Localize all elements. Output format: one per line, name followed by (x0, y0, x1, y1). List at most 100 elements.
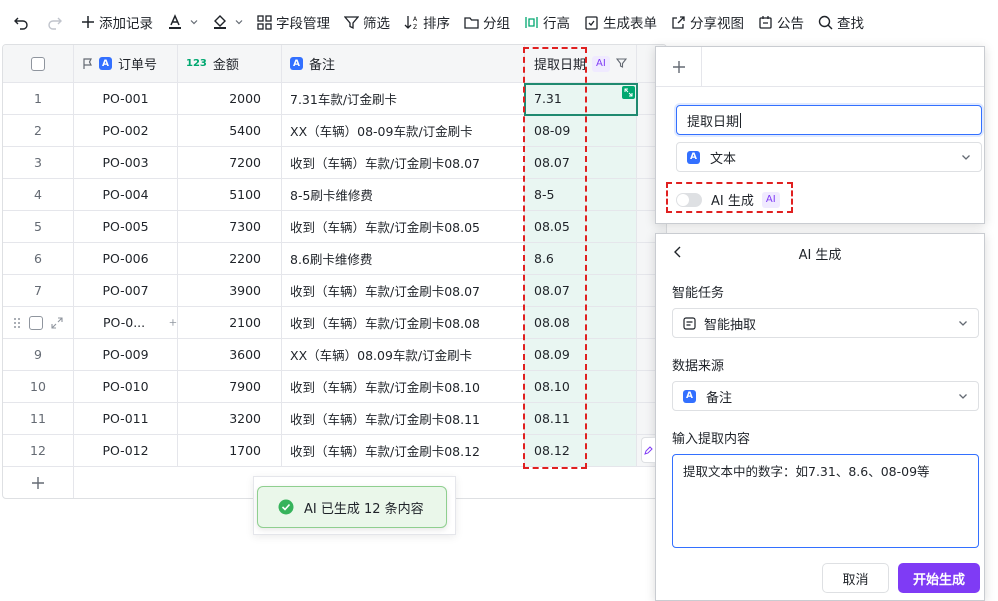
drag-handle-icon[interactable] (13, 317, 21, 329)
header-amount[interactable]: 123 金额 (178, 45, 282, 82)
table-row[interactable]: 6 PO-006 2200 8.6刷卡维修费 8.6 (3, 243, 666, 275)
table-row[interactable]: 5 PO-005 7300 收到（车辆）车款/订金刷卡08.05 08.05 (3, 211, 666, 243)
cancel-button[interactable]: 取消 (822, 563, 889, 593)
field-type-select[interactable]: A 文本 (676, 142, 982, 172)
announcement-button[interactable]: 公告 (753, 8, 809, 36)
order-cell[interactable]: PO-009 (74, 339, 178, 370)
extract-date-value: 08.09 (534, 347, 570, 362)
note-cell[interactable]: 8.6刷卡维修费 (282, 243, 525, 274)
amount-cell[interactable]: 7300 (178, 211, 282, 242)
amount-cell[interactable]: 3600 (178, 339, 282, 370)
amount-cell[interactable]: 2000 (178, 83, 282, 114)
filter-icon[interactable] (615, 58, 627, 69)
amount-cell[interactable]: 7200 (178, 147, 282, 178)
order-cell[interactable]: PO-005 (74, 211, 178, 242)
undo-button[interactable] (8, 8, 38, 36)
amount-cell[interactable]: 2100 (178, 307, 282, 338)
add-record-button[interactable]: 添加记录 (76, 8, 158, 36)
table-row[interactable]: 7 PO-007 3900 收到（车辆）车款/订金刷卡08.07 08.07 (3, 275, 666, 307)
note-cell[interactable]: 收到（车辆）车款/订金刷卡08.05 (282, 211, 525, 242)
order-cell[interactable]: PO-003 (74, 147, 178, 178)
order-cell[interactable]: PO-0... (74, 307, 178, 338)
table-row[interactable]: 9 PO-009 3600 XX（车辆）08.09车款/订金刷卡 08.09 (3, 339, 666, 371)
filter-button[interactable]: 筛选 (339, 8, 395, 36)
extract-date-cell[interactable]: 08-09 (525, 115, 637, 146)
redo-button[interactable] (42, 8, 72, 36)
select-all-checkbox[interactable] (31, 56, 45, 71)
chevron-down-icon (959, 394, 967, 399)
row-checkbox[interactable] (29, 315, 43, 330)
note-cell[interactable]: XX（车辆）08-09车款/订金刷卡 (282, 115, 525, 146)
note-cell[interactable]: 7.31车款/订金刷卡 (282, 83, 525, 114)
header-extract-date[interactable]: 提取日期 AI (525, 45, 637, 82)
add-row-button[interactable] (3, 467, 74, 498)
amount-cell[interactable]: 5100 (178, 179, 282, 210)
order-cell[interactable]: PO-001 (74, 83, 178, 114)
ai-toggle-switch[interactable] (676, 192, 702, 207)
sort-button[interactable]: AZ 排序 (399, 8, 455, 36)
amount-cell[interactable]: 5400 (178, 115, 282, 146)
table-row[interactable]: 12 PO-012 1700 收到（车辆）车款/订金刷卡08.12 08.12 (3, 435, 666, 467)
extract-date-cell[interactable]: 8.6 (525, 243, 637, 274)
table-row[interactable]: PO-0... 2100 收到（车辆）车款/订金刷卡08.08 08.08 (3, 307, 666, 339)
order-cell[interactable]: PO-004 (74, 179, 178, 210)
order-cell[interactable]: PO-011 (74, 403, 178, 434)
row-index-cell[interactable] (3, 307, 74, 338)
header-note[interactable]: A 备注 (282, 45, 525, 82)
table-row[interactable]: 11 PO-011 3200 收到（车辆）车款/订金刷卡08.11 08.11 (3, 403, 666, 435)
extract-date-cell[interactable]: 7.31 (525, 83, 637, 114)
amount-cell[interactable]: 3900 (178, 275, 282, 306)
expand-row-icon[interactable] (51, 316, 63, 329)
order-cell[interactable]: PO-002 (74, 115, 178, 146)
amount-cell[interactable]: 3200 (178, 403, 282, 434)
extract-date-cell[interactable]: 08.08 (525, 307, 637, 338)
task-select[interactable]: 智能抽取 (672, 308, 979, 338)
order-cell[interactable]: PO-012 (74, 435, 178, 466)
extract-date-cell[interactable]: 08.05 (525, 211, 637, 242)
extract-date-cell[interactable]: 08.12 (525, 435, 637, 466)
header-order[interactable]: A 订单号 (74, 45, 178, 82)
row-height-button[interactable]: 行高 (519, 8, 575, 36)
amount-cell[interactable]: 2200 (178, 243, 282, 274)
source-select[interactable]: A 备注 (672, 381, 979, 411)
field-name-input[interactable]: 提取日期 (676, 105, 982, 135)
note-cell[interactable]: 收到（车辆）车款/订金刷卡08.07 (282, 275, 525, 306)
order-cell[interactable]: PO-006 (74, 243, 178, 274)
expand-cell-icon[interactable] (622, 86, 635, 99)
font-color-button[interactable] (162, 8, 203, 36)
extract-date-cell[interactable]: 08.09 (525, 339, 637, 370)
note-cell[interactable]: 收到（车辆）车款/订金刷卡08.08 (282, 307, 525, 338)
note-cell[interactable]: 收到（车辆）车款/订金刷卡08.11 (282, 403, 525, 434)
extract-date-cell[interactable]: 8-5 (525, 179, 637, 210)
note-cell[interactable]: 8-5刷卡维修费 (282, 179, 525, 210)
fill-color-button[interactable] (207, 8, 248, 36)
extract-date-cell[interactable]: 08.10 (525, 371, 637, 402)
create-form-button[interactable]: 生成表单 (579, 8, 662, 36)
field-manage-button[interactable]: 字段管理 (252, 8, 335, 36)
edit-icon-stub[interactable] (641, 437, 655, 463)
order-cell[interactable]: PO-007 (74, 275, 178, 306)
extract-date-cell[interactable]: 08.07 (525, 147, 637, 178)
table-row[interactable]: 1 PO-001 2000 7.31车款/订金刷卡 7.31 (3, 83, 666, 115)
amount-cell[interactable]: 1700 (178, 435, 282, 466)
note-cell[interactable]: 收到（车辆）车款/订金刷卡08.10 (282, 371, 525, 402)
amount-cell[interactable]: 7900 (178, 371, 282, 402)
add-field-tab[interactable] (656, 47, 702, 87)
table-row[interactable]: 3 PO-003 7200 收到（车辆）车款/订金刷卡08.07 08.07 (3, 147, 666, 179)
search-button[interactable]: 查找 (813, 8, 869, 36)
note-cell[interactable]: XX（车辆）08.09车款/订金刷卡 (282, 339, 525, 370)
extract-date-cell[interactable]: 08.11 (525, 403, 637, 434)
ai-badge: AI (761, 191, 780, 208)
share-view-button[interactable]: 分享视图 (666, 8, 749, 36)
extract-prompt-textarea[interactable]: 提取文本中的数字：如7.31、8.6、08-09等 (672, 454, 979, 548)
group-button[interactable]: 分组 (459, 8, 515, 36)
note-cell[interactable]: 收到（车辆）车款/订金刷卡08.07 (282, 147, 525, 178)
table-row[interactable]: 10 PO-010 7900 收到（车辆）车款/订金刷卡08.10 08.10 (3, 371, 666, 403)
plus-icon[interactable] (169, 317, 177, 328)
order-cell[interactable]: PO-010 (74, 371, 178, 402)
note-cell[interactable]: 收到（车辆）车款/订金刷卡08.12 (282, 435, 525, 466)
table-row[interactable]: 4 PO-004 5100 8-5刷卡维修费 8-5 (3, 179, 666, 211)
extract-date-cell[interactable]: 08.07 (525, 275, 637, 306)
table-row[interactable]: 2 PO-002 5400 XX（车辆）08-09车款/订金刷卡 08-09 (3, 115, 666, 147)
start-generate-button[interactable]: 开始生成 (898, 563, 980, 593)
